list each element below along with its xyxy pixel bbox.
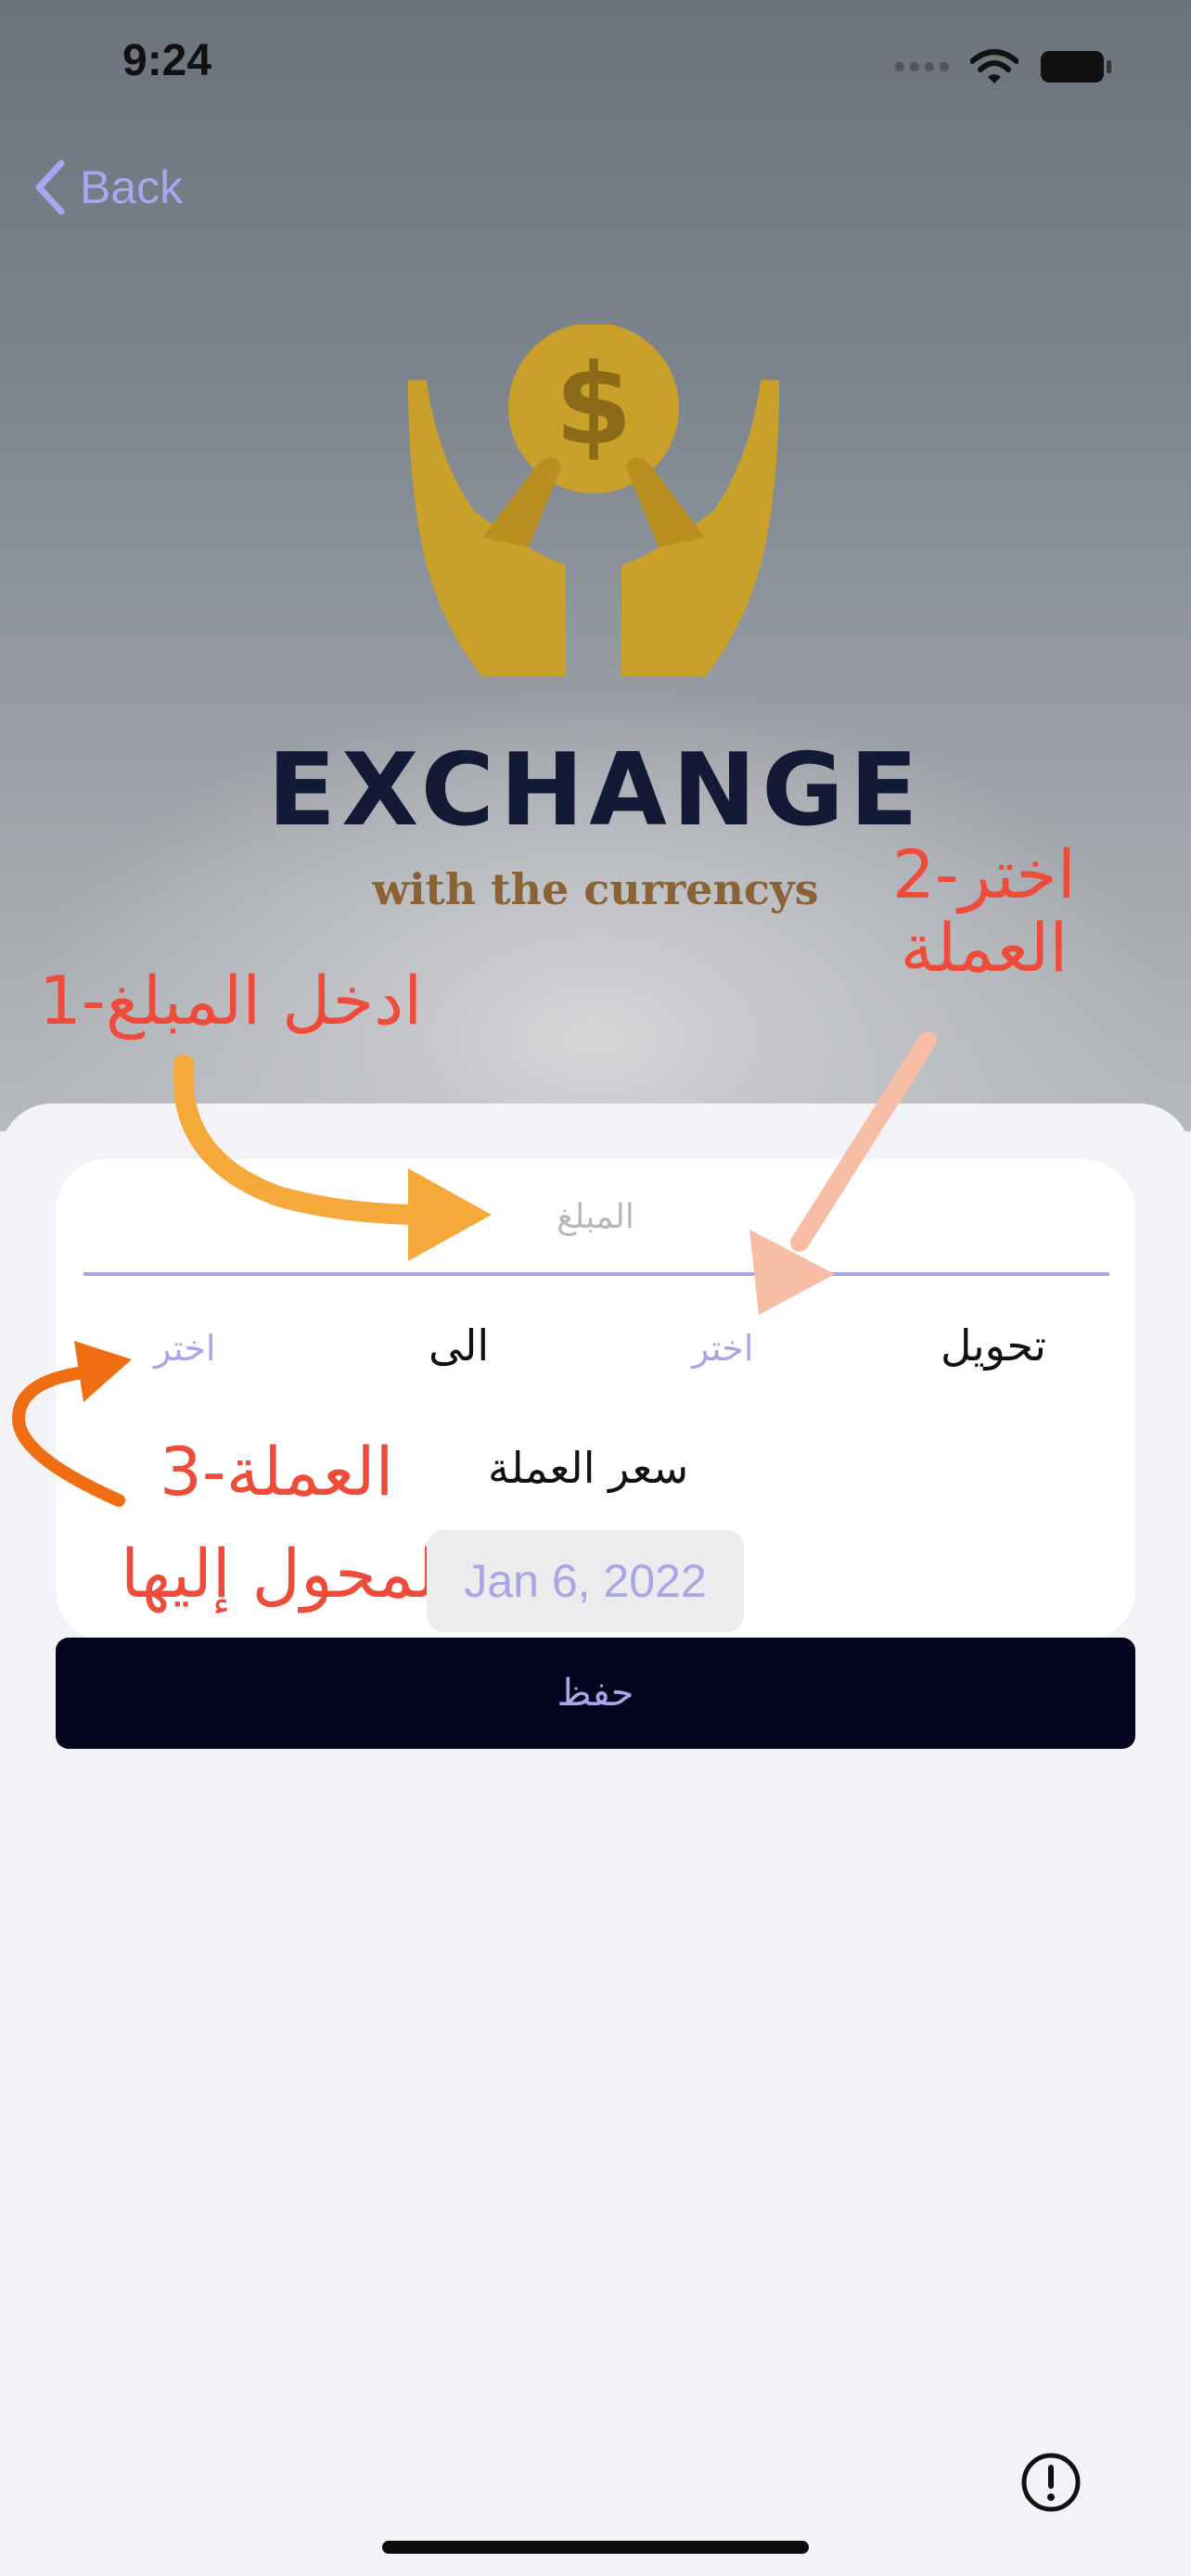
annotation-arrows (11, 1031, 937, 1507)
annotation-arrow-3-head (74, 1341, 132, 1402)
annotation-arrow-1 (173, 1054, 437, 1225)
info-icon[interactable] (1020, 2452, 1082, 2513)
home-indicator (382, 2541, 809, 2554)
annotation-arrow-2 (790, 1031, 937, 1252)
annotation-arrow-1-head (408, 1168, 492, 1261)
annotation-arrow-3 (11, 1366, 125, 1507)
